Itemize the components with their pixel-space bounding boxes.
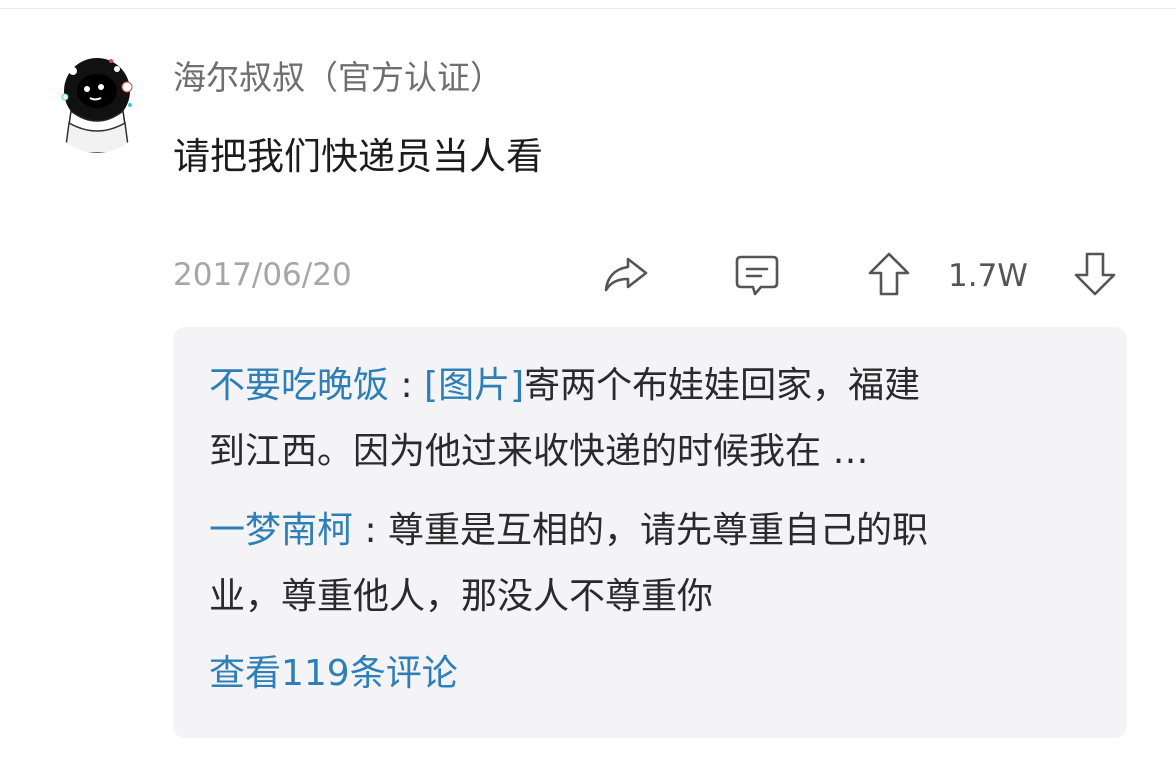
reply-author[interactable]: 不要吃晚饭 (209, 365, 389, 406)
image-tag[interactable]: [图片] (424, 365, 524, 406)
downvote-arrow-icon[interactable] (1071, 250, 1119, 298)
replies-preview: 不要吃晚饭 : [图片]寄两个布娃娃回家，福建 到江西。因为他过来收快递的时候我… (173, 327, 1127, 738)
comment-bubble-icon[interactable] (733, 251, 781, 299)
top-divider (0, 8, 1176, 9)
comment-text: 请把我们快递员当人看 (173, 135, 543, 178)
share-icon[interactable] (602, 250, 650, 298)
reply-item[interactable]: 不要吃晚饭 : [图片]寄两个布娃娃回家，福建 (209, 356, 920, 416)
upvote-arrow-icon[interactable] (865, 250, 913, 298)
astronaut-avatar-icon[interactable] (47, 53, 147, 153)
reply-author[interactable]: 一梦南柯 (209, 510, 353, 551)
username[interactable]: 海尔叔叔（官方认证） (173, 56, 503, 100)
view-all-comments-link[interactable]: 查看119条评论 (209, 644, 458, 704)
reply-text: 尊重是互相的，请先尊重自己的职 (388, 510, 929, 551)
reply-text-continued: 业，尊重他人，那没人不尊重你 (209, 576, 714, 617)
like-count: 1.7W (948, 258, 1028, 294)
comment-card: 海尔叔叔（官方认证） 请把我们快递员当人看 2017/06/20 1.7W 不要… (0, 0, 1176, 763)
reply-separator: : (389, 365, 425, 406)
reply-text-continued: 到江西。因为他过来收快递的时候我在 … (209, 431, 869, 472)
reply-separator: : (353, 510, 389, 551)
reply-text: 寄两个布娃娃回家，福建 (524, 365, 921, 406)
reply-item[interactable]: 一梦南柯 : 尊重是互相的，请先尊重自己的职 (209, 501, 928, 561)
comment-date: 2017/06/20 (173, 257, 352, 293)
